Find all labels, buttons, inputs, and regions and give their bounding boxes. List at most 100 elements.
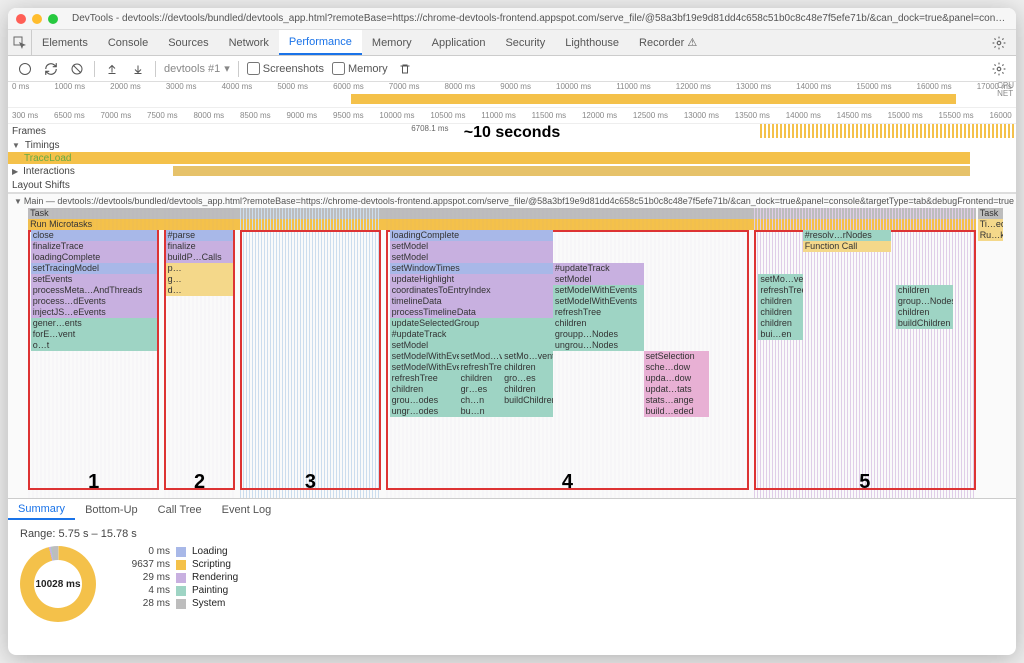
- flame-span[interactable]: buildChildren: [896, 318, 954, 329]
- timeline-ruler[interactable]: 300 ms6500 ms7000 ms7500 ms8000 ms8500 m…: [8, 108, 1016, 124]
- tab-lighthouse[interactable]: Lighthouse: [555, 30, 629, 55]
- flame-span[interactable]: updateHighlight: [390, 274, 553, 285]
- flame-span[interactable]: groupp…Nodes: [553, 329, 644, 340]
- interactions-track[interactable]: ▶Interactions: [8, 164, 1016, 178]
- flame-span[interactable]: processMeta…AndThreads: [31, 285, 157, 296]
- flame-span[interactable]: children: [896, 307, 954, 318]
- inspect-icon[interactable]: [8, 30, 32, 55]
- flame-span[interactable]: forE…vent: [31, 329, 157, 340]
- minimize-icon[interactable]: [32, 14, 42, 24]
- flame-span[interactable]: coordinatesToEntryIndex: [390, 285, 553, 296]
- flame-span[interactable]: build…eded: [644, 406, 709, 417]
- flame-span[interactable]: timelineData: [390, 296, 553, 307]
- flame-span[interactable]: g…: [166, 274, 234, 285]
- tab-memory[interactable]: Memory: [362, 30, 422, 55]
- clear-button[interactable]: [68, 60, 86, 78]
- tab-network[interactable]: Network: [219, 30, 279, 55]
- flame-span[interactable]: gr…es: [459, 384, 503, 395]
- tab-elements[interactable]: Elements: [32, 30, 98, 55]
- flame-span[interactable]: finalize: [166, 241, 234, 252]
- overview-ruler[interactable]: 0 ms1000 ms2000 ms3000 ms4000 ms5000 ms6…: [8, 82, 1016, 108]
- flame-span[interactable]: p…: [166, 263, 234, 274]
- flame-span[interactable]: #updateTrack: [553, 263, 644, 274]
- flame-span[interactable]: close: [31, 230, 157, 241]
- flame-span[interactable]: process…dEvents: [31, 296, 157, 307]
- flame-span[interactable]: buildP…Calls: [166, 252, 234, 263]
- screenshots-checkbox[interactable]: Screenshots: [247, 62, 324, 75]
- flame-span[interactable]: Function Call: [803, 241, 892, 252]
- flame-span[interactable]: children: [459, 373, 503, 384]
- flame-span[interactable]: #resolv…rNodes: [803, 230, 892, 241]
- flame-span[interactable]: updateSelectedGroup: [390, 318, 553, 329]
- tab-console[interactable]: Console: [98, 30, 158, 55]
- delete-button[interactable]: [396, 60, 414, 78]
- trace-select[interactable]: devtools #1▾: [164, 62, 230, 75]
- flame-span[interactable]: setTracingModel: [31, 263, 157, 274]
- flame-span[interactable]: children: [758, 307, 802, 318]
- layout-shifts-track[interactable]: Layout Shifts: [8, 178, 1016, 192]
- flame-span[interactable]: refreshTree: [758, 285, 802, 296]
- flame-span[interactable]: o…t: [31, 340, 157, 351]
- close-icon[interactable]: [16, 14, 26, 24]
- flame-span[interactable]: children: [553, 318, 644, 329]
- tab-summary[interactable]: Summary: [8, 499, 75, 520]
- flame-span[interactable]: upda…dow: [644, 373, 709, 384]
- timings-item[interactable]: TraceLoad: [8, 152, 1016, 164]
- flame-span[interactable]: setModel: [390, 340, 553, 351]
- tab-bottom-up[interactable]: Bottom-Up: [75, 499, 148, 520]
- tab-call-tree[interactable]: Call Tree: [148, 499, 212, 520]
- flame-span[interactable]: children: [502, 384, 553, 395]
- flame-span[interactable]: children: [896, 285, 954, 296]
- flame-span[interactable]: bu…n: [459, 406, 503, 417]
- flame-span[interactable]: setModelWithEvents: [553, 285, 644, 296]
- flame-span[interactable]: setWindowTimes: [390, 263, 553, 274]
- flame-span[interactable]: setModel: [390, 252, 553, 263]
- flame-span[interactable]: setModel: [553, 274, 644, 285]
- flame-span[interactable]: bui…en: [758, 329, 802, 340]
- flame-span[interactable]: children: [758, 296, 802, 307]
- flame-span[interactable]: d…: [166, 285, 234, 296]
- tab-event-log[interactable]: Event Log: [212, 499, 282, 520]
- flame-span[interactable]: buildChildren: [502, 395, 553, 406]
- flame-span[interactable]: loadingComplete: [390, 230, 553, 241]
- flame-span[interactable]: refreshTree: [553, 307, 644, 318]
- flame-span[interactable]: #parse: [166, 230, 234, 241]
- flame-span[interactable]: ungrou…Nodes: [553, 340, 644, 351]
- flame-span[interactable]: setModelWithEvents: [553, 296, 644, 307]
- save-button[interactable]: [129, 60, 147, 78]
- reload-button[interactable]: [42, 60, 60, 78]
- flame-span[interactable]: setSelection: [644, 351, 709, 362]
- flame-span[interactable]: gro…es: [502, 373, 553, 384]
- record-button[interactable]: [16, 60, 34, 78]
- flame-chart[interactable]: Task Task Run Microtasks Ti…ed closefina…: [8, 208, 1016, 498]
- main-thread-header[interactable]: ▼Main — devtools://devtools/bundled/devt…: [8, 193, 1016, 208]
- tab-performance[interactable]: Performance: [279, 30, 362, 55]
- settings-icon[interactable]: [982, 30, 1016, 55]
- flame-span[interactable]: children: [758, 318, 802, 329]
- flame-span[interactable]: setModel: [390, 241, 553, 252]
- flame-span[interactable]: ch…n: [459, 395, 503, 406]
- flame-span[interactable]: loadingComplete: [31, 252, 157, 263]
- flame-span[interactable]: #updateTrack: [390, 329, 553, 340]
- tab-sources[interactable]: Sources: [158, 30, 218, 55]
- tab-recorder[interactable]: Recorder ⚠: [629, 30, 707, 55]
- frames-track[interactable]: Frames: [8, 124, 1016, 138]
- task-span[interactable]: Task: [978, 208, 1003, 219]
- flame-span[interactable]: group…Nodes: [896, 296, 954, 307]
- flame-span[interactable]: stats…ange: [644, 395, 709, 406]
- timings-track[interactable]: ▼Timings: [8, 138, 1016, 152]
- flame-span[interactable]: children: [502, 362, 553, 373]
- settings-icon[interactable]: [990, 60, 1008, 78]
- load-button[interactable]: [103, 60, 121, 78]
- zoom-icon[interactable]: [48, 14, 58, 24]
- flame-span[interactable]: setEvents: [31, 274, 157, 285]
- flame-span[interactable]: setMod…vents: [459, 351, 503, 362]
- flame-span[interactable]: sche…dow: [644, 362, 709, 373]
- flame-span[interactable]: updat…tats: [644, 384, 709, 395]
- flame-span[interactable]: finalizeTrace: [31, 241, 157, 252]
- memory-checkbox[interactable]: Memory: [332, 62, 388, 75]
- flame-span[interactable]: setMo…vents: [502, 351, 553, 362]
- flame-span[interactable]: setMo…vents: [758, 274, 802, 285]
- flame-span[interactable]: refreshTree: [459, 362, 503, 373]
- tab-application[interactable]: Application: [422, 30, 496, 55]
